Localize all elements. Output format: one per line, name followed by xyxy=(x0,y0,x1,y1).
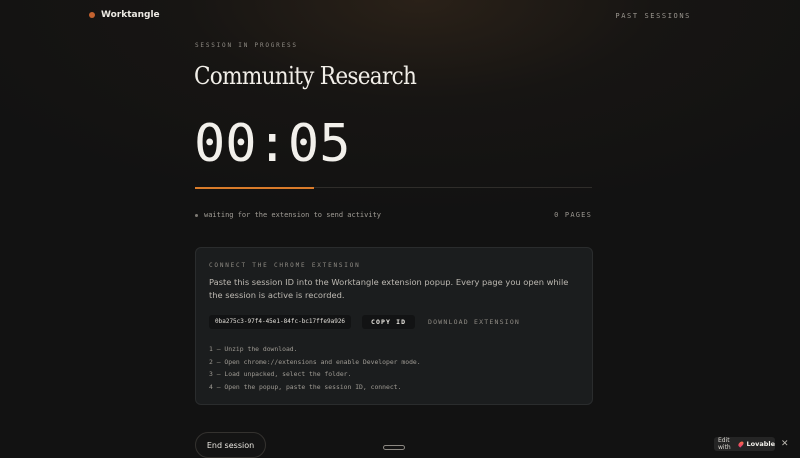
lovable-heart-icon xyxy=(737,440,745,448)
setup-step: 4 — Open the popup, paste the session ID… xyxy=(209,383,402,392)
copy-id-button[interactable]: COPY ID xyxy=(362,315,416,329)
past-sessions-link[interactable]: PAST SESSIONS xyxy=(615,12,691,20)
session-progress-fill xyxy=(195,186,315,189)
extension-card-title: CONNECT THE CHROME EXTENSION xyxy=(209,262,361,269)
setup-step: 3 — Load unpacked, select the folder. xyxy=(209,370,352,379)
session-title: Community Research xyxy=(194,62,417,90)
session-eyebrow: SESSION IN PROGRESS xyxy=(195,42,298,49)
extension-card-description: Paste this session ID into the Worktangl… xyxy=(209,277,569,300)
brand[interactable]: Worktangle xyxy=(89,10,160,20)
edit-with-lovable-badge[interactable]: Edit with Lovable xyxy=(714,437,775,451)
badge-brand-name: Lovable xyxy=(746,440,775,448)
pages-count: 0 PAGES xyxy=(554,211,592,219)
session-timer: 00:05 xyxy=(194,114,351,174)
close-icon[interactable]: ✕ xyxy=(781,439,789,449)
status-dot-icon xyxy=(195,213,198,217)
setup-step: 2 — Open chrome://extensions and enable … xyxy=(209,357,421,366)
extension-card: CONNECT THE CHROME EXTENSION Paste this … xyxy=(195,247,593,405)
drawer-handle[interactable] xyxy=(383,445,405,450)
brand-logo-icon xyxy=(89,12,95,18)
setup-steps: 1 — Unzip the download. 2 — Open chrome:… xyxy=(209,343,421,394)
status-line: waiting for the extension to send activi… xyxy=(195,211,381,219)
setup-step: 1 — Unzip the download. xyxy=(209,345,298,353)
session-id-field[interactable]: 0ba275c3-97f4-45e1-84fc-bc17ffe9a926 xyxy=(209,315,352,329)
end-session-button[interactable]: End session xyxy=(195,432,266,458)
session-progress-track xyxy=(195,186,592,189)
brand-name: Worktangle xyxy=(101,10,160,20)
badge-edit-label: Edit with xyxy=(718,437,731,451)
status-text: waiting for the extension to send activi… xyxy=(204,211,382,219)
download-extension-button[interactable]: DOWNLOAD EXTENSION xyxy=(428,318,520,326)
